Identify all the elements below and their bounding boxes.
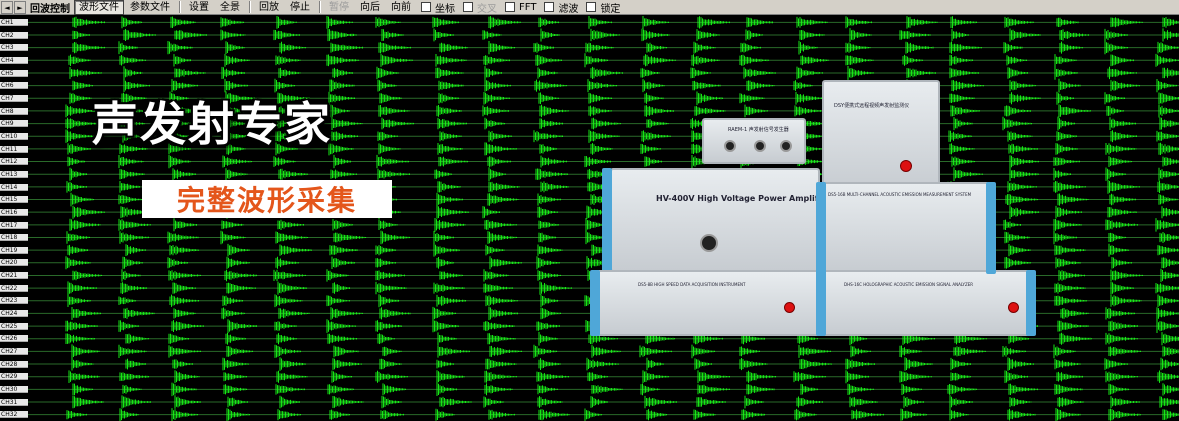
power-amplifier-device: HV-400V High Voltage Power Amplifier xyxy=(610,168,830,272)
channel-label: CH30 xyxy=(0,386,28,394)
rack-handle xyxy=(816,182,826,336)
toolbar-buttons: 波形文件 参数文件 设置 全景 回放 停止 暂停 向后 向前 xyxy=(74,0,417,15)
signal-analyzer-label: DHS-16C HOLOGRAPHIC ACOUSTIC EMISSION SI… xyxy=(844,282,974,287)
signal-generator-label: RAEM-1 声发射信号发生器 xyxy=(728,127,789,133)
acquisition-instrument-device: DS5-8B HIGH SPEED DATA ACQUISITION INSTR… xyxy=(596,270,822,336)
channel-label: CH31 xyxy=(0,398,28,406)
channel-label: CH32 xyxy=(0,411,28,419)
power-led-icon xyxy=(900,160,912,172)
toolbar-checkbox-2[interactable]: FFT xyxy=(505,2,536,13)
channel-label: CH2 xyxy=(0,31,28,39)
nav-next-button[interactable]: ► xyxy=(14,0,26,14)
toolbar-button-1[interactable]: 参数文件 xyxy=(125,0,175,15)
hero-subtitle-badge: 完整波形采集 xyxy=(142,180,392,218)
channel-label: CH25 xyxy=(0,322,28,330)
knob-icon xyxy=(754,140,766,152)
checkbox-label: 锁定 xyxy=(600,3,621,15)
power-led-icon xyxy=(784,302,795,313)
rack-handle xyxy=(986,182,996,274)
channel-label: CH10 xyxy=(0,132,28,140)
toolbar-button-2[interactable]: 设置 xyxy=(184,0,214,15)
channel-label: CH27 xyxy=(0,348,28,356)
rack-handle xyxy=(1026,270,1036,336)
hero-title: 声发射专家 xyxy=(92,97,332,151)
remote-monitor-label: DSY便携式远程视频声发射监测仪 xyxy=(834,103,910,109)
playback-toolbar: ◄ ► 回波控制 波形文件 参数文件 设置 全景 回放 停止 暂停 向后 向前 坐标 交叉 FFT 滤… xyxy=(0,0,1179,15)
toolbar-separator xyxy=(319,1,321,13)
hero-subtitle: 完整波形采集 xyxy=(176,184,357,217)
signal-analyzer-device: DHS-16C HOLOGRAPHIC ACOUSTIC EMISSION SI… xyxy=(822,270,1032,336)
multichannel-system-device: DS5-16B MULTI-CHANNEL ACOUSTIC EMISSION … xyxy=(822,182,990,274)
checkbox-icon[interactable] xyxy=(505,2,515,12)
toolbar-button-3[interactable]: 全景 xyxy=(215,0,245,15)
toolbar-checkbox-1[interactable]: 交叉 xyxy=(463,0,497,15)
channel-label: CH4 xyxy=(0,56,28,64)
channel-label: CH23 xyxy=(0,297,28,305)
toolbar-button-0[interactable]: 波形文件 xyxy=(74,0,124,15)
power-led-icon xyxy=(1008,302,1019,313)
channel-label: CH24 xyxy=(0,310,28,318)
checkbox-icon[interactable] xyxy=(544,2,555,12)
acquisition-instrument-label: DS5-8B HIGH SPEED DATA ACQUISITION INSTR… xyxy=(638,282,746,287)
instrument-product-photo: RAEM-1 声发射信号发生器 DSY便携式远程视频声发射监测仪 HV-400V… xyxy=(590,70,1050,350)
checkbox-icon[interactable] xyxy=(586,2,597,12)
toolbar-button-6[interactable]: 暂停 xyxy=(324,0,354,15)
channel-label: CH7 xyxy=(0,94,28,102)
channel-label: CH18 xyxy=(0,234,28,242)
channel-label: CH28 xyxy=(0,360,28,368)
channel-label: CH12 xyxy=(0,158,28,166)
toolbar-button-5[interactable]: 停止 xyxy=(285,0,315,15)
checkbox-label: FFT xyxy=(519,1,537,13)
checkbox-label: 坐标 xyxy=(435,3,455,15)
rack-handle xyxy=(590,270,600,336)
nav-prev-button[interactable]: ◄ xyxy=(1,0,13,14)
channel-label-column: CH1 CH2 CH3 CH4 CH5 CH6 CH7 CH8 CH9 CH10 CH11 CH12 C… xyxy=(0,16,28,421)
toolbar-checkbox-0[interactable]: 坐标 xyxy=(421,0,455,15)
multichannel-system-label: DS5-16B MULTI-CHANNEL ACOUSTIC EMISSION … xyxy=(828,192,972,197)
channel-label: CH16 xyxy=(0,208,28,216)
channel-label: CH3 xyxy=(0,44,28,52)
knob-icon xyxy=(724,140,736,152)
toolbar-button-7[interactable]: 向后 xyxy=(355,0,385,15)
checkbox-label: 交叉 xyxy=(477,3,497,15)
channel-label: CH15 xyxy=(0,196,28,204)
signal-generator-device: RAEM-1 声发射信号发生器 xyxy=(702,118,806,164)
toolbar-checkbox-4[interactable]: 锁定 xyxy=(586,0,620,15)
channel-label: CH22 xyxy=(0,284,28,292)
channel-label: CH1 xyxy=(0,19,28,26)
channel-label: CH9 xyxy=(0,120,28,128)
toolbar-checkbox-3[interactable]: 滤波 xyxy=(544,0,578,15)
toolbar-title: 回波控制 xyxy=(30,3,70,15)
knob-icon xyxy=(700,234,718,252)
knob-icon xyxy=(780,140,792,152)
remote-monitor-device: DSY便携式远程视频声发射监测仪 xyxy=(822,80,940,192)
toolbar-separator xyxy=(179,1,181,13)
power-amplifier-label: HV-400V High Voltage Power Amplifier xyxy=(656,194,831,203)
channel-label: CH26 xyxy=(0,335,28,343)
channel-label: CH11 xyxy=(0,145,28,153)
channel-label: CH29 xyxy=(0,373,28,381)
rack-handle xyxy=(602,168,612,272)
toolbar-separator xyxy=(249,1,251,13)
toolbar-checkboxes: 坐标 交叉 FFT 滤波 锁定 xyxy=(421,0,628,15)
channel-label: CH21 xyxy=(0,272,28,280)
channel-label: CH6 xyxy=(0,82,28,90)
toolbar-button-8[interactable]: 向前 xyxy=(386,0,416,15)
channel-label: CH19 xyxy=(0,246,28,254)
channel-label: CH5 xyxy=(0,69,28,77)
checkbox-icon[interactable] xyxy=(463,2,473,12)
channel-label: CH20 xyxy=(0,259,28,267)
channel-label: CH14 xyxy=(0,183,28,191)
channel-label: CH17 xyxy=(0,221,28,229)
checkbox-icon[interactable] xyxy=(421,2,431,12)
channel-label: CH13 xyxy=(0,170,28,178)
channel-label: CH8 xyxy=(0,107,28,115)
toolbar-button-4[interactable]: 回放 xyxy=(254,0,284,15)
checkbox-label: 滤波 xyxy=(558,3,579,15)
